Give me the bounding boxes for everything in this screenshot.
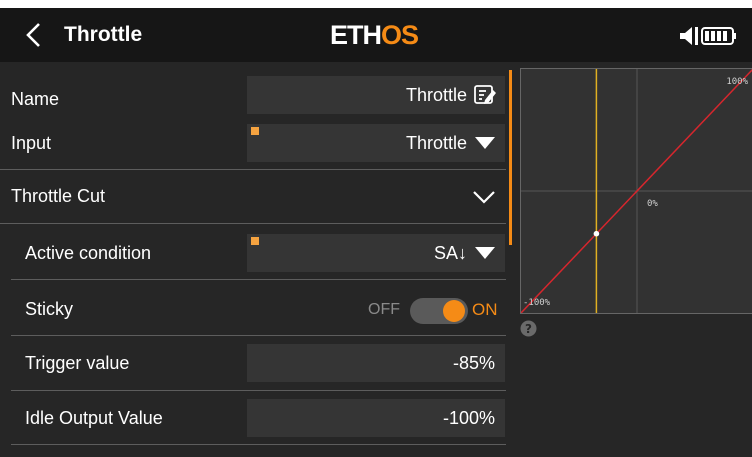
svg-text:?: ? (525, 322, 532, 336)
idle-output-label: Idle Output Value (25, 408, 163, 428)
page-title: Throttle (64, 23, 143, 46)
active-condition-label: Active condition (25, 243, 152, 263)
trigger-value-field[interactable]: -85% (247, 344, 505, 382)
ethos-logo: ETHOS (330, 18, 419, 52)
idle-output-row: Idle Output Value -100% (0, 391, 506, 446)
sticky-row: Sticky OFF ON (0, 280, 506, 336)
name-row: Name Throttle (0, 62, 506, 117)
dropdown-triangle-icon (475, 247, 495, 259)
help-icon: ? (520, 320, 537, 337)
logo-accent-text: OS (381, 20, 419, 50)
logo-main-text: ETH (330, 20, 382, 50)
sticky-toggle[interactable]: OFF ON (368, 296, 498, 326)
curve-chart: 100% 0% -100% (520, 68, 752, 314)
input-label: Input (11, 133, 52, 153)
trigger-value-label: Trigger value (25, 353, 130, 373)
label-min: -100% (523, 298, 551, 308)
radio-screen: Throttle ETHOS Name Throttle Input Throt… (0, 8, 752, 457)
input-value: Throttle (405, 133, 467, 153)
help-button[interactable]: ? (520, 320, 537, 337)
dropdown-triangle-icon (475, 137, 495, 149)
name-value: Throttle (405, 85, 467, 105)
name-label: Name (11, 89, 60, 109)
trigger-value: -85% (452, 353, 495, 373)
throttle-cut-label: Throttle Cut (11, 186, 106, 206)
toggle-off-label: OFF (368, 301, 400, 318)
name-field[interactable]: Throttle (247, 76, 505, 114)
label-max: 100% (726, 77, 748, 87)
label-center: 0% (647, 199, 658, 209)
chevron-left-icon (26, 23, 40, 47)
title-bar: Throttle ETHOS (0, 8, 752, 62)
speaker-battery-icon (680, 27, 736, 45)
status-area[interactable] (680, 25, 736, 47)
throttle-cut-header[interactable]: Throttle Cut (0, 170, 506, 224)
divider (11, 444, 506, 445)
active-condition-select[interactable]: SA↓ (247, 234, 505, 272)
source-marker (251, 237, 259, 245)
source-marker (251, 127, 259, 135)
toggle-knob (443, 300, 465, 322)
idle-output-value: -100% (442, 408, 495, 428)
scrollbar[interactable] (509, 70, 512, 245)
sticky-label: Sticky (25, 299, 74, 319)
curve-current-point (593, 230, 600, 237)
active-condition-value: SA↓ (433, 243, 467, 263)
toggle-on-label: ON (472, 300, 498, 319)
trigger-value-row: Trigger value -85% (0, 336, 506, 391)
curve-graph: 100% 0% -100% (520, 68, 752, 314)
idle-output-field[interactable]: -100% (247, 399, 505, 437)
back-button[interactable] (18, 18, 52, 52)
input-select[interactable]: Throttle (247, 124, 505, 162)
active-condition-row: Active condition SA↓ (0, 224, 506, 280)
edit-icon (474, 85, 496, 104)
chevron-down-icon (473, 191, 495, 204)
input-row: Input Throttle (0, 117, 506, 172)
